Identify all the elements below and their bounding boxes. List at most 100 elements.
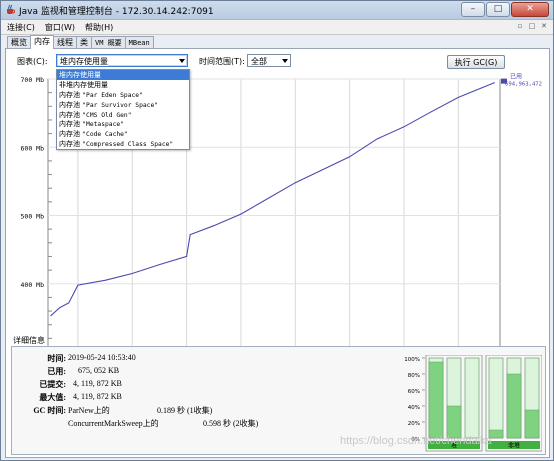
series-point: [50, 315, 52, 317]
y-tick-label: 600 Mb: [21, 144, 45, 152]
nonheap-label: 非堆: [508, 442, 520, 450]
series-point: [376, 138, 378, 140]
chart-option-2[interactable]: 内存池 "Par Eden Space": [57, 90, 189, 100]
chart-option-prefix: 内存池: [59, 140, 83, 149]
chart-option-prefix: 内存池: [59, 130, 83, 139]
nonheap-pool-fill: [524, 409, 540, 439]
nonheap-pool-fill: [506, 373, 522, 439]
series-point: [349, 156, 351, 158]
y-tick-label: 700 Mb: [21, 76, 45, 84]
inner-close-button[interactable]: ✕: [539, 21, 549, 31]
chart-controls: 图表(C): 堆内存使用量 时间范围(T): 全部 执行 GC(G): [6, 53, 549, 69]
series-point: [59, 307, 61, 309]
chart-option-prefix: 内存池: [59, 100, 83, 109]
chart-option-prefix: 内存池: [59, 90, 83, 99]
chart-option-4[interactable]: 内存池 "CMS Old Gen": [57, 110, 189, 120]
gc-parnew-value: 0.189 秒 (1收集): [157, 406, 213, 415]
series-point: [77, 284, 79, 286]
pool-y-label: 20%: [408, 421, 420, 427]
chevron-down-icon: [282, 59, 288, 63]
chart-option-pool-name: "Metaspace": [82, 121, 124, 129]
chart-option-pool-name: "Compressed Class Space": [82, 141, 174, 149]
maximize-button[interactable]: □: [486, 2, 510, 17]
gc-time-key: GC 时间:: [33, 406, 66, 415]
series-point: [494, 82, 495, 84]
tab-bar: 概览 内存 线程 类 VM 概要 MBean: [7, 35, 154, 49]
inner-minimize-button[interactable]: ▫: [515, 21, 525, 31]
menu-window[interactable]: 窗口(W): [45, 22, 75, 33]
series-point: [267, 198, 269, 199]
series-point: [430, 111, 432, 113]
heap-pool-fill: [428, 361, 444, 439]
series-point: [131, 273, 133, 274]
memory-panel: 图表(C): 堆内存使用量 时间范围(T): 全部 执行 GC(G) 300 M…: [5, 48, 550, 458]
gc-cms-name: ConcurrentMarkSweep上的: [68, 419, 159, 428]
series-point: [240, 213, 242, 215]
details-title: 详细信息: [13, 336, 45, 345]
series-point: [294, 182, 296, 184]
chart-option-1[interactable]: 非堆内存使用量: [57, 80, 189, 90]
series-point: [213, 225, 215, 227]
nonheap-pool-bar[interactable]: [488, 357, 504, 439]
time-key: 时间:: [47, 354, 66, 363]
heap-pool-bar[interactable]: [464, 357, 480, 439]
main-window: Java 监视和管理控制台 - 172.30.14.242:7091 – □ ✕…: [0, 0, 554, 461]
watermark: https://blog.csdn.net/chendaika: [340, 435, 492, 447]
heap-pool-fill: [446, 405, 462, 439]
chart-option-7[interactable]: 内存池 "Compressed Class Space": [57, 139, 189, 149]
tab-memory[interactable]: 内存: [30, 35, 54, 49]
gc-parnew-name: ParNew上的: [68, 406, 110, 415]
pool-y-label: 40%: [408, 405, 420, 411]
committed-value: 4, 119, 872 KB: [73, 379, 122, 388]
chart-option-0[interactable]: 堆内存使用量: [57, 70, 189, 80]
chart-option-pool-name: "Par Survivor Space": [82, 101, 159, 109]
series-point: [68, 302, 70, 304]
max-key: 最大值:: [39, 393, 66, 402]
title-bar: Java 监视和管理控制台 - 172.30.14.242:7091 – □ ✕: [1, 1, 553, 20]
menu-connection[interactable]: 连接(C): [7, 22, 35, 33]
window-title: Java 监视和管理控制台 - 172.30.14.242:7091: [19, 7, 214, 17]
y-tick-label: 500 Mb: [21, 213, 45, 221]
chart-select[interactable]: 堆内存使用量: [56, 54, 188, 67]
java-cup-icon: [7, 4, 15, 14]
inner-window-controls: ▫ □ ✕: [515, 21, 549, 31]
chart-option-pool-name: "Code Cache": [82, 131, 128, 139]
chart-select-value: 堆内存使用量: [60, 57, 108, 66]
legend-series-name: 已用: [510, 74, 522, 81]
tab-mbeans-label: MBean: [128, 39, 150, 47]
chart-option-pool-name: "Par Eden Space": [82, 91, 143, 99]
close-button[interactable]: ✕: [511, 2, 549, 17]
chart-option-5[interactable]: 内存池 "Metaspace": [57, 119, 189, 129]
used-value: 675, 052 KB: [78, 366, 120, 375]
chevron-down-icon: [179, 59, 185, 63]
gc-cms-value: 0.598 秒 (2收集): [203, 419, 259, 428]
series-point: [159, 264, 160, 266]
pool-y-label: 100%: [404, 357, 420, 363]
time-range-label: 时间范围(T):: [199, 57, 245, 66]
tab-vm-summary-label: VM 概要: [95, 39, 122, 47]
chart-option-pool-name: "CMS Old Gen": [82, 111, 132, 119]
series-point: [457, 97, 459, 98]
series-point: [322, 169, 323, 171]
pool-y-label: 60%: [408, 389, 420, 395]
chart-label: 图表(C):: [17, 57, 48, 66]
chart-option-prefix: 内存池: [59, 120, 83, 129]
menu-help[interactable]: 帮助(H): [85, 22, 113, 33]
time-range-select[interactable]: 全部: [247, 54, 291, 67]
time-range-value: 全部: [251, 57, 267, 66]
max-value: 4, 119, 872 KB: [73, 392, 122, 401]
chart-option-6[interactable]: 内存池 "Code Cache": [57, 129, 189, 139]
series-point: [186, 256, 187, 257]
series-point: [403, 126, 405, 128]
y-tick-label: 400 Mb: [21, 281, 45, 289]
chart-option-prefix: 内存池: [59, 110, 83, 119]
perform-gc-button[interactable]: 执行 GC(G): [447, 55, 505, 69]
committed-key: 已提交:: [39, 380, 66, 389]
menu-bar: 连接(C) 窗口(W) 帮助(H) ▫ □ ✕: [1, 20, 553, 35]
inner-maximize-button[interactable]: □: [527, 21, 537, 31]
pool-y-label: 80%: [408, 373, 420, 379]
minimize-button[interactable]: –: [461, 2, 485, 17]
chart-option-3[interactable]: 内存池 "Par Survivor Space": [57, 100, 189, 110]
window-controls: – □ ✕: [461, 2, 549, 17]
series-point: [104, 279, 106, 281]
